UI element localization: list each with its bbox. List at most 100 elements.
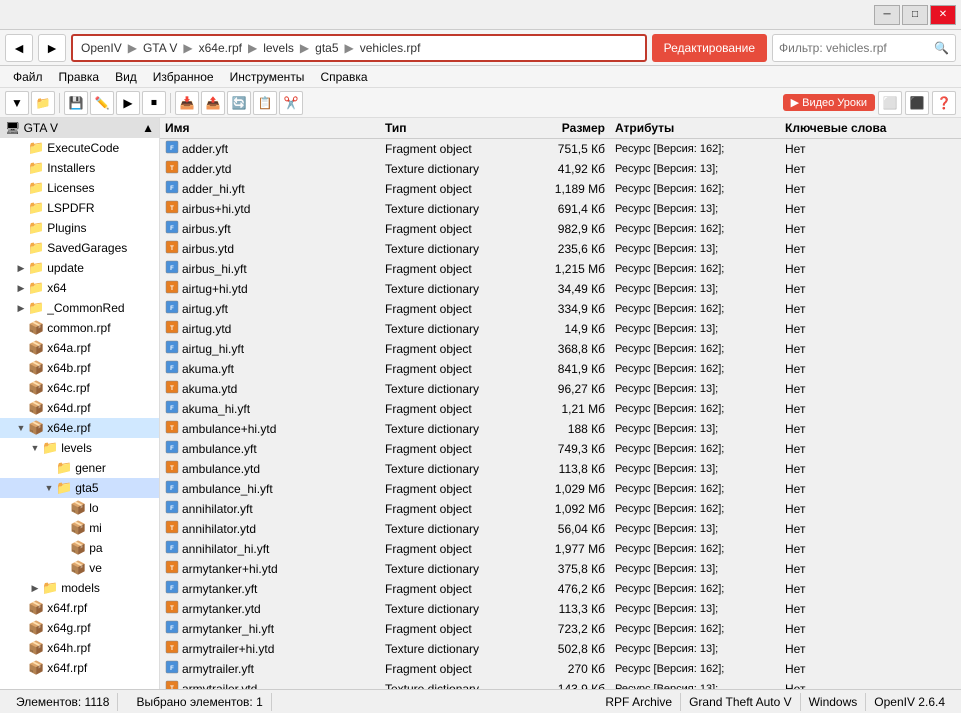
sidebar-item-mi[interactable]: 📦 mi <box>0 518 159 538</box>
table-row[interactable]: T airtug.ytd Texture dictionary 14,9 Кб … <box>160 319 961 339</box>
archive-icon: 📦 <box>28 320 44 336</box>
minimize-button[interactable]: ─ <box>874 5 900 25</box>
toolbar-help-btn[interactable]: ❓ <box>932 91 956 115</box>
table-row[interactable]: F airbus_hi.yft Fragment object 1,215 Мб… <box>160 259 961 279</box>
toolbar-btn-3[interactable]: 💾 <box>64 91 88 115</box>
search-icon[interactable]: 🔍 <box>934 41 949 55</box>
toolbar-btn-7[interactable]: 📥 <box>175 91 199 115</box>
breadcrumb-gta5[interactable]: gta5 <box>315 41 338 55</box>
menu-tools[interactable]: Инструменты <box>222 68 313 86</box>
table-row[interactable]: F airtug_hi.yft Fragment object 368,8 Кб… <box>160 339 961 359</box>
breadcrumb-levels[interactable]: levels <box>263 41 294 55</box>
maximize-button[interactable]: □ <box>902 5 928 25</box>
sidebar-item-gener[interactable]: 📁 gener <box>0 458 159 478</box>
sidebar-item-lspdfr[interactable]: 📁 LSPDFR <box>0 198 159 218</box>
menu-view[interactable]: Вид <box>107 68 145 86</box>
video-button[interactable]: ▶ Видео Уроки <box>783 94 875 111</box>
sidebar-item-levels[interactable]: ▼ 📁 levels <box>0 438 159 458</box>
table-row[interactable]: T ambulance.ytd Texture dictionary 113,8… <box>160 459 961 479</box>
sidebar-item-gta5[interactable]: ▼ 📁 gta5 <box>0 478 159 498</box>
table-row[interactable]: F ambulance_hi.yft Fragment object 1,029… <box>160 479 961 499</box>
sidebar-item-x64f2[interactable]: 📦 x64f.rpf <box>0 658 159 678</box>
table-row[interactable]: T adder.ytd Texture dictionary 41,92 Кб … <box>160 159 961 179</box>
sidebar-item-models[interactable]: ▶ 📁 models <box>0 578 159 598</box>
table-row[interactable]: T ambulance+hi.ytd Texture dictionary 18… <box>160 419 961 439</box>
col-header-keys[interactable]: Ключевые слова <box>780 121 961 135</box>
toolbar-btn-9[interactable]: 🔄 <box>227 91 251 115</box>
sidebar-item-x64h[interactable]: 📦 x64h.rpf <box>0 638 159 658</box>
sidebar-item-pa[interactable]: 📦 pa <box>0 538 159 558</box>
toolbar-btn-1[interactable]: ▼ <box>5 91 29 115</box>
sidebar-item-plugins[interactable]: 📁 Plugins <box>0 218 159 238</box>
col-header-type[interactable]: Тип <box>380 121 520 135</box>
toolbar-screen-btn[interactable]: ⬜ <box>878 91 902 115</box>
sidebar-item-update[interactable]: ▶ 📁 update <box>0 258 159 278</box>
table-row[interactable]: F armytanker.yft Fragment object 476,2 К… <box>160 579 961 599</box>
sidebar-item-x64f[interactable]: 📦 x64f.rpf <box>0 598 159 618</box>
toolbar-btn-11[interactable]: ✂️ <box>279 91 303 115</box>
sidebar-item-x64[interactable]: ▶ 📁 x64 <box>0 278 159 298</box>
table-row[interactable]: F annihilator.yft Fragment object 1,092 … <box>160 499 961 519</box>
file-name: adder.yft <box>182 142 228 156</box>
filter-input[interactable] <box>779 41 934 55</box>
toolbar-btn-2[interactable]: 📁 <box>31 91 55 115</box>
col-header-name[interactable]: Имя <box>160 121 380 135</box>
sidebar-item-x64d[interactable]: 📦 x64d.rpf <box>0 398 159 418</box>
table-row[interactable]: F ambulance.yft Fragment object 749,3 Кб… <box>160 439 961 459</box>
toolbar-btn-8[interactable]: 📤 <box>201 91 225 115</box>
sidebar-item-x64b[interactable]: 📦 x64b.rpf <box>0 358 159 378</box>
menu-help[interactable]: Справка <box>312 68 375 86</box>
table-row[interactable]: T airbus+hi.ytd Texture dictionary 691,4… <box>160 199 961 219</box>
table-row[interactable]: T armytrailer+hi.ytd Texture dictionary … <box>160 639 961 659</box>
menu-edit[interactable]: Правка <box>51 68 108 86</box>
sidebar-item-installers[interactable]: 📁 Installers <box>0 158 159 178</box>
table-row[interactable]: T armytanker.ytd Texture dictionary 113,… <box>160 599 961 619</box>
svg-text:F: F <box>170 346 174 352</box>
menu-favorites[interactable]: Избранное <box>145 68 222 86</box>
sidebar-item-x64a[interactable]: 📦 x64a.rpf <box>0 338 159 358</box>
sidebar-item-savedgarages[interactable]: 📁 SavedGarages <box>0 238 159 258</box>
col-header-attrs[interactable]: Атрибуты <box>610 121 780 135</box>
breadcrumb-openiv[interactable]: OpenIV <box>81 41 122 55</box>
table-row[interactable]: T armytanker+hi.ytd Texture dictionary 3… <box>160 559 961 579</box>
toolbar-btn-10[interactable]: 📋 <box>253 91 277 115</box>
table-row[interactable]: F armytanker_hi.yft Fragment object 723,… <box>160 619 961 639</box>
table-row[interactable]: F akuma_hi.yft Fragment object 1,21 Мб Р… <box>160 399 961 419</box>
breadcrumb-vehicles[interactable]: vehicles.rpf <box>360 41 421 55</box>
sidebar-item-common[interactable]: 📦 common.rpf <box>0 318 159 338</box>
sidebar-item-commonred[interactable]: ▶ 📁 _CommonRed <box>0 298 159 318</box>
col-header-size[interactable]: Размер <box>520 121 610 135</box>
sidebar-item-executecode[interactable]: 📁 ExecuteCode <box>0 138 159 158</box>
toolbar-btn-5[interactable]: ▶ <box>116 91 140 115</box>
table-row[interactable]: T armytrailer.ytd Texture dictionary 143… <box>160 679 961 689</box>
toolbar-btn-6[interactable]: ⏹ <box>142 91 166 115</box>
sidebar-item-licenses[interactable]: 📁 Licenses <box>0 178 159 198</box>
table-row[interactable]: F adder_hi.yft Fragment object 1,189 Мб … <box>160 179 961 199</box>
edit-button[interactable]: Редактирование <box>652 34 767 62</box>
table-row[interactable]: T airtug+hi.ytd Texture dictionary 34,49… <box>160 279 961 299</box>
table-row[interactable]: F airbus.yft Fragment object 982,9 Кб Ре… <box>160 219 961 239</box>
toolbar-btn-4[interactable]: ✏️ <box>90 91 114 115</box>
table-row[interactable]: F armytrailer.yft Fragment object 270 Кб… <box>160 659 961 679</box>
breadcrumb-x64e[interactable]: x64e.rpf <box>199 41 242 55</box>
table-row[interactable]: F adder.yft Fragment object 751,5 Кб Рес… <box>160 139 961 159</box>
sidebar-item-x64g[interactable]: 📦 x64g.rpf <box>0 618 159 638</box>
table-row[interactable]: F akuma.yft Fragment object 841,9 Кб Рес… <box>160 359 961 379</box>
sidebar-item-x64e[interactable]: ▼ 📦 x64e.rpf <box>0 418 159 438</box>
table-row[interactable]: T akuma.ytd Texture dictionary 96,27 Кб … <box>160 379 961 399</box>
table-row[interactable]: T annihilator.ytd Texture dictionary 56,… <box>160 519 961 539</box>
sidebar-collapse-icon[interactable]: ▲ <box>142 121 154 135</box>
menu-file[interactable]: Файл <box>5 68 51 86</box>
sidebar-item-lo[interactable]: 📦 lo <box>0 498 159 518</box>
table-row[interactable]: F annihilator_hi.yft Fragment object 1,9… <box>160 539 961 559</box>
svg-text:T: T <box>170 326 174 332</box>
sidebar-item-ve[interactable]: 📦 ve <box>0 558 159 578</box>
table-row[interactable]: F airtug.yft Fragment object 334,9 Кб Ре… <box>160 299 961 319</box>
sidebar-item-x64c[interactable]: 📦 x64c.rpf <box>0 378 159 398</box>
breadcrumb-gtav[interactable]: GTA V <box>143 41 177 55</box>
close-button[interactable]: ✕ <box>930 5 956 25</box>
forward-button[interactable]: ► <box>38 34 66 62</box>
back-button[interactable]: ◄ <box>5 34 33 62</box>
table-row[interactable]: T airbus.ytd Texture dictionary 235,6 Кб… <box>160 239 961 259</box>
toolbar-tile-btn[interactable]: ⬛ <box>905 91 929 115</box>
